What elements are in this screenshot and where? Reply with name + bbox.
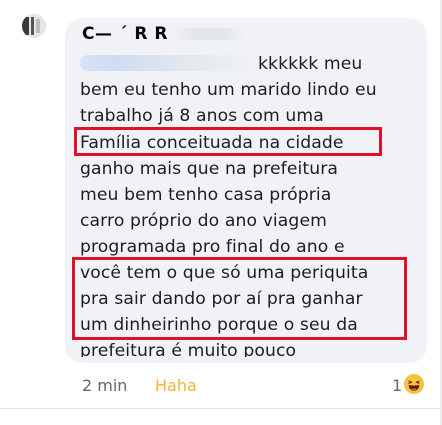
highlight-box-periquita — [72, 257, 407, 340]
comment-text-line-8: programada pro final do ano e — [80, 237, 345, 257]
comment-text-line-6: meu bem tenho casa própria — [80, 185, 332, 205]
comment-divider — [0, 408, 442, 409]
comment-author-name[interactable]: C— ´ R R — [82, 24, 245, 44]
highlight-box-familia — [74, 127, 382, 156]
haha-reaction-button[interactable]: Haha — [155, 376, 197, 396]
comment-text-line-1: kkkkkk meu — [258, 54, 363, 74]
avatar[interactable] — [22, 14, 46, 38]
comment-text-line-3: trabalho já 8 anos com uma — [80, 106, 324, 126]
author-name-redaction — [174, 28, 245, 40]
author-name-text[interactable]: C— ´ R R — [82, 24, 168, 44]
avatar-image — [22, 14, 46, 38]
comment-text-line-7: carro próprio do ano viagem — [80, 211, 327, 231]
redacted-mention — [80, 55, 255, 71]
comment-timestamp[interactable]: 2 min — [82, 376, 127, 396]
comment-text-line-2: bem eu tenho um marido lindo eu — [80, 80, 377, 100]
reaction-count[interactable]: 1 — [392, 376, 402, 395]
comment-text-line-12: prefeitura é muito pouco — [80, 341, 297, 357]
haha-emoji-icon[interactable] — [404, 374, 424, 394]
comment-text-line-5: ganho mais que na prefeitura — [80, 159, 339, 179]
